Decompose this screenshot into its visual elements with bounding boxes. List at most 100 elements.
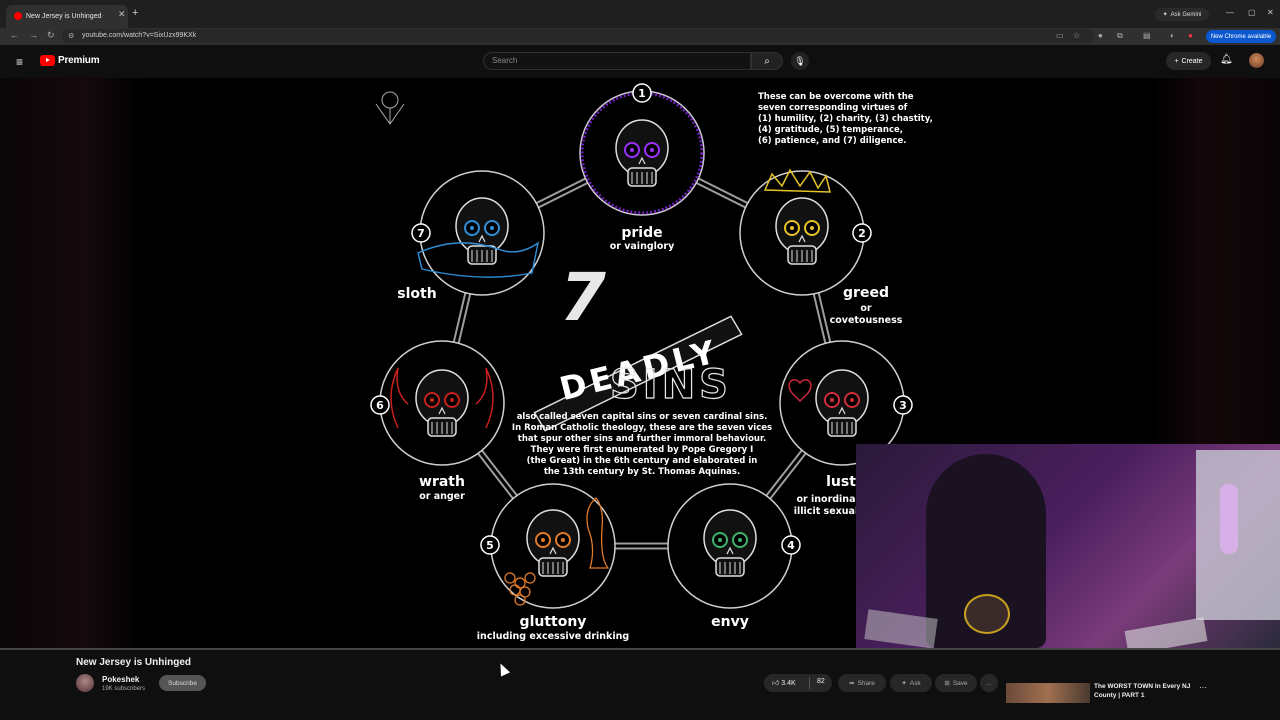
badge-sloth: 7 (411, 223, 431, 243)
account-avatar[interactable] (1249, 53, 1264, 68)
video-info: New Jersey is Unhinged Pokeshek 19K subs… (0, 650, 1280, 720)
webcam-overlay (856, 444, 1280, 648)
sin-number-wrath: 6 (376, 399, 384, 412)
sin-number-gluttony: 5 (486, 539, 494, 552)
like-divider (809, 677, 810, 689)
youtube-favicon-icon (14, 12, 22, 20)
plush-toy (964, 594, 1010, 634)
open-book (1124, 617, 1208, 648)
more-horizontal-icon: … (985, 679, 993, 687)
record-icon[interactable]: ● (1188, 31, 1193, 40)
address-toolbar: ← → ↻ ⚙ youtube.com/watch?v=SixUzx99KXk … (0, 28, 1280, 45)
badge-pride: 1 (632, 83, 652, 103)
forward-icon[interactable]: → (29, 30, 38, 40)
sin-sub-wrath: or anger (419, 491, 465, 502)
close-window-icon[interactable]: ✕ (1267, 8, 1274, 17)
sin-sub-greed-1: or (860, 303, 872, 314)
create-label: Create (1181, 57, 1203, 65)
recommended-video-thumbnail[interactable] (1006, 683, 1090, 703)
sin-number-pride: 1 (638, 87, 646, 100)
reload-icon[interactable]: ↻ (47, 30, 55, 41)
sin-name-lust: lust (826, 474, 856, 490)
like-dislike-group: 👍︎ 3.4K 82 (764, 674, 832, 692)
cast-icon[interactable]: ▭ (1056, 31, 1064, 40)
sin-sub-gluttony: including excessive drinking (477, 631, 629, 642)
virtues-line-4: (4) gratitude, (5) temperance, (758, 125, 903, 135)
sin-number-greed: 2 (858, 227, 866, 240)
save-label: Save (952, 679, 968, 687)
sin-number-sloth: 7 (417, 227, 425, 240)
ask-label: Ask (909, 679, 921, 687)
sin-sub-pride: or vainglory (610, 241, 675, 252)
monitor-screen (1196, 450, 1280, 620)
sin-number-lust: 3 (899, 399, 907, 412)
screen: New Jersey is Unhinged - YouTube ✕ + ✦ A… (0, 0, 1280, 720)
sin-number-envy: 4 (787, 539, 795, 552)
browser-tab[interactable]: New Jersey is Unhinged - YouTube ✕ (6, 5, 128, 28)
video-player[interactable]: 1 2 3 4 5 6 7 pride or vainglory greed or cove… (0, 78, 1280, 648)
site-info-icon[interactable]: ⚙ (68, 32, 74, 40)
ask-gemini-button[interactable]: ✦ Ask Gemini (1155, 8, 1209, 21)
dislike-count[interactable]: 82 (817, 678, 825, 685)
ask-sparkle-icon: ✦ (901, 680, 907, 687)
badge-wrath: 6 (370, 395, 390, 415)
gemini-sparkle-icon: ✦ (1162, 12, 1168, 18)
logo-text: Premium (58, 55, 100, 66)
new-tab-button[interactable]: + (132, 7, 138, 19)
profile-icon[interactable]: ◐ (1170, 31, 1175, 40)
back-icon[interactable]: ← (10, 30, 19, 40)
like-button[interactable]: 👍︎ 3.4K (772, 678, 796, 687)
sin-name-pride: pride (621, 225, 662, 241)
bookmark-star-icon[interactable]: ☆ (1073, 31, 1080, 40)
address-bar[interactable]: ⚙ youtube.com/watch?v=SixUzx99KXk (62, 29, 1094, 43)
virtues-line-5: (6) patience, and (7) diligence. (758, 136, 906, 146)
extension-icon[interactable]: ● (1098, 31, 1103, 40)
recommended-more-icon[interactable]: ⋯ (1199, 683, 1207, 692)
description-line-5: (the Great) in the 6th century and elabo… (527, 456, 758, 466)
subscriber-count: 19K subscribers (102, 686, 146, 692)
share-button[interactable]: ➦ Share (838, 674, 886, 692)
notifications-bell-icon[interactable]: 🔔︎ (1220, 54, 1233, 65)
sin-sub-greed-2: covetousness (830, 315, 903, 326)
youtube-play-icon (40, 55, 55, 66)
new-chrome-button[interactable]: New Chrome available (1206, 30, 1276, 43)
youtube-logo[interactable]: Premium (40, 55, 100, 66)
badge-gluttony: 5 (480, 535, 500, 555)
close-tab-icon[interactable]: ✕ (118, 9, 126, 20)
sin-sub-lust-2: illicit sexual (794, 506, 858, 517)
sin-name-wrath: wrath (419, 474, 465, 490)
title-sins: SINS (610, 362, 732, 408)
tab-title: New Jersey is Unhinged - YouTube (26, 13, 104, 20)
hamburger-menu-icon[interactable]: ≡ (16, 55, 23, 69)
channel-name[interactable]: Pokeshek (102, 675, 139, 684)
thumbs-up-icon: 👍︎ (772, 680, 780, 687)
search-button[interactable]: ⌕ (751, 52, 783, 70)
video-title: New Jersey is Unhinged (76, 657, 192, 668)
search-icon: ⌕ (764, 55, 770, 67)
save-button[interactable]: ⊞ Save (935, 674, 977, 692)
create-button[interactable]: + Create (1166, 52, 1211, 70)
ask-gemini-label: Ask Gemini (1170, 11, 1202, 18)
search-input[interactable]: Search (483, 52, 751, 70)
title-number-seven: 7 (560, 259, 606, 336)
channel-avatar[interactable] (76, 674, 94, 692)
recommended-video-title[interactable]: The WORST TOWN In Every NJ County | PART… (1094, 682, 1200, 700)
like-count: 3.4K (781, 680, 796, 687)
subscribe-button[interactable]: Subscribe (159, 675, 206, 691)
maximize-icon[interactable]: ▢ (1248, 8, 1256, 17)
minimize-icon[interactable]: — (1226, 8, 1234, 17)
thistle-emblem-icon (375, 91, 405, 125)
sidepanel-icon[interactable]: ▤ (1143, 31, 1151, 40)
description-line-3: that spur other sins and further immoral… (518, 434, 766, 444)
share-label: Share (857, 679, 875, 687)
voice-search-button[interactable]: 🎙 (791, 52, 809, 70)
virtues-line-1: These can be overcome with the (758, 92, 914, 102)
sin-sub-lust-1: or inordina (797, 494, 856, 505)
ask-button[interactable]: ✦ Ask (890, 674, 932, 692)
browser-tab-bar: New Jersey is Unhinged - YouTube ✕ + ✦ A… (0, 0, 1280, 28)
more-actions-button[interactable]: … (980, 674, 998, 692)
virtues-line-3: (1) humility, (2) charity, (3) chastity, (758, 114, 933, 124)
sin-name-sloth: sloth (397, 286, 436, 302)
badge-greed: 2 (852, 223, 872, 243)
puzzle-icon[interactable]: ⧉ (1117, 31, 1123, 41)
